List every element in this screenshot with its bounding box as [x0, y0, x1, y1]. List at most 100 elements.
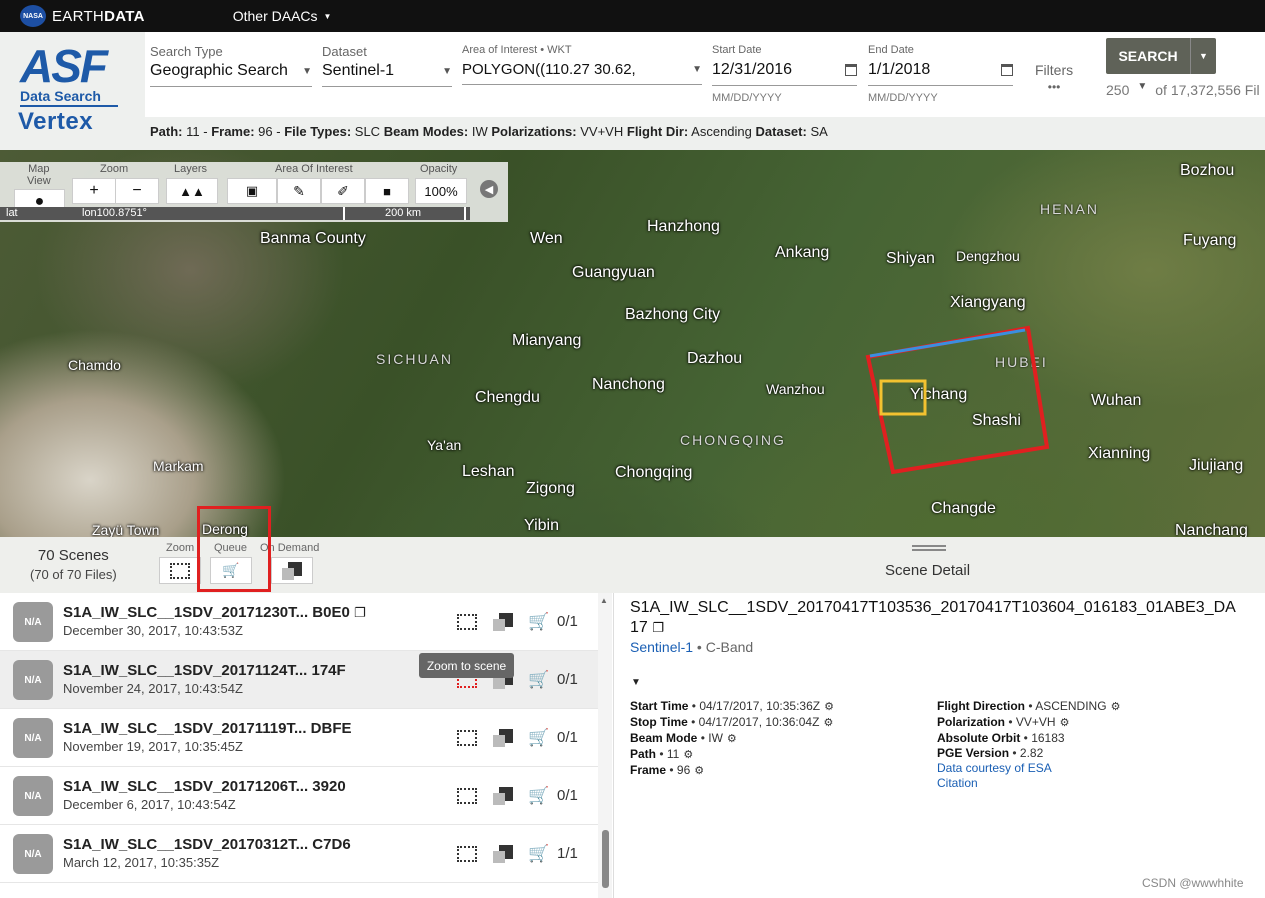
zoom-all-label: Zoom: [166, 542, 195, 554]
cart-icon[interactable]: 🛒: [527, 844, 551, 864]
zoom-to-scene-icon[interactable]: [455, 612, 479, 632]
nasa-logo[interactable]: NASA: [20, 5, 46, 27]
cart-icon[interactable]: 🛒: [527, 728, 551, 748]
frame-label: Frame:: [211, 124, 255, 139]
scene-name-text: S1A_IW_SLC__1SDV_20171230T... B0E0: [63, 604, 350, 621]
copy-icon[interactable]: ❐: [354, 605, 366, 620]
dataset-link[interactable]: Sentinel-1: [630, 639, 693, 655]
on-demand-icon[interactable]: [491, 728, 515, 748]
zoom-square-icon: [457, 846, 477, 862]
aoi-shape-icon[interactable]: ▣: [227, 178, 277, 204]
gear-icon[interactable]: ⚙: [824, 701, 834, 713]
search-summary: Path: 11 - Frame: 96 - File Types: SLC B…: [150, 124, 828, 139]
search-type-value: Geographic Search: [150, 62, 288, 79]
scene-detail-title: Scene Detail: [885, 562, 971, 579]
dropdown-arrow-icon[interactable]: ▼: [1137, 81, 1147, 92]
layers-mountain-icon[interactable]: ▲▲: [166, 178, 218, 204]
start-date-field[interactable]: Start Date 12/31/2016 MM/DD/YYYY: [712, 44, 857, 104]
copy-icon[interactable]: ❐: [652, 620, 664, 635]
calendar-icon[interactable]: [845, 64, 857, 76]
zoom-in-button[interactable]: +: [72, 178, 116, 204]
edit-aoi-icon[interactable]: ✐: [321, 178, 365, 204]
filters-button[interactable]: Filters •••: [1035, 62, 1073, 94]
beam-modes-value: IW: [471, 124, 488, 139]
zoom-to-scene-icon[interactable]: [455, 786, 479, 806]
scene-thumbnail[interactable]: N/A: [13, 602, 53, 642]
scene-row[interactable]: N/A S1A_IW_SLC__1SDV_20170312T... C7D6 M…: [0, 825, 598, 883]
frame-detail-value: • 96: [666, 763, 691, 777]
cart-icon[interactable]: 🛒: [527, 612, 551, 632]
selected-footprint-edge: [869, 328, 1026, 358]
earthdata-topbar: NASA EARTHDATA Other DAACs ▼: [0, 0, 1265, 32]
trash-icon[interactable]: ■: [365, 178, 409, 204]
lat-readout: lat: [6, 207, 18, 219]
draw-pencil-icon[interactable]: ✎: [277, 178, 321, 204]
scene-row[interactable]: N/A S1A_IW_SLC__1SDV_20171230T... B0E0 ❐…: [0, 593, 598, 651]
zoom-square-icon: [457, 788, 477, 804]
zoom-square-icon: [457, 614, 477, 630]
vertex-logo[interactable]: ASF Data Search Vertex: [0, 32, 145, 150]
dropdown-arrow-icon: ▼: [692, 64, 702, 75]
detail-scene-name-text: S1A_IW_SLC__1SDV_20170417T103536_2017041…: [630, 599, 1236, 636]
gear-icon[interactable]: ⚙: [694, 765, 704, 777]
max-results-value[interactable]: 250: [1106, 82, 1129, 98]
detail-left-column: Start Time • 04/17/2017, 10:35:36Z ⚙ Stop…: [630, 699, 834, 779]
esa-courtesy-link[interactable]: Data courtesy of ESA: [937, 761, 1120, 776]
scene-name: S1A_IW_SLC__1SDV_20171230T... B0E0 ❐: [63, 604, 366, 621]
scale-tick: [464, 207, 466, 220]
scroll-up-icon[interactable]: ▲: [600, 596, 608, 605]
calendar-icon[interactable]: [1001, 64, 1013, 76]
search-type-field[interactable]: Search Type Geographic Search ▼: [150, 44, 312, 87]
scenes-count-text: 70 Scenes: [37, 547, 109, 564]
other-daacs-menu[interactable]: Other DAACs ▼: [233, 8, 332, 24]
on-demand-shape-icon: [493, 787, 513, 805]
gear-icon[interactable]: ⚙: [823, 717, 833, 729]
earthdata-brand[interactable]: EARTHDATA: [52, 8, 145, 25]
more-dots-icon: •••: [1047, 80, 1061, 94]
end-date-field[interactable]: End Date 1/1/2018 MM/DD/YYYY: [868, 44, 1013, 104]
scene-name: S1A_IW_SLC__1SDV_20171206T... 3920: [63, 778, 346, 795]
gear-icon[interactable]: ⚙: [1111, 701, 1121, 713]
search-options-dropdown-icon[interactable]: ▼: [1190, 38, 1216, 74]
path-value: 11 -: [186, 124, 208, 139]
dataset-field[interactable]: Dataset Sentinel-1 ▼: [322, 44, 452, 87]
expand-toggle-icon[interactable]: ▼: [631, 677, 641, 688]
scene-row[interactable]: N/A S1A_IW_SLC__1SDV_20171119T... DBFE N…: [0, 709, 598, 767]
cart-icon[interactable]: 🛒: [527, 670, 551, 690]
gear-icon[interactable]: ⚙: [1060, 717, 1070, 729]
scene-row[interactable]: N/A S1A_IW_SLC__1SDV_20171206T... 3920 D…: [0, 767, 598, 825]
files-in-queue: 1/1: [557, 845, 578, 862]
opacity-value[interactable]: 100%: [415, 178, 467, 204]
on-demand-icon[interactable]: [491, 612, 515, 632]
search-button[interactable]: SEARCH ▼: [1106, 38, 1216, 74]
dropdown-arrow-icon: ▼: [302, 65, 312, 77]
resize-handle-icon[interactable]: [912, 545, 946, 551]
file-types-label: File Types:: [284, 124, 352, 139]
aoi-field[interactable]: Area of Interest • WKT POLYGON((110.27 3…: [462, 44, 702, 85]
zoom-to-scene-icon[interactable]: [455, 728, 479, 748]
cart-icon[interactable]: 🛒: [527, 786, 551, 806]
files-in-queue: 0/1: [557, 729, 578, 746]
scene-thumbnail[interactable]: N/A: [13, 718, 53, 758]
map-view-text: Map View: [27, 163, 51, 187]
scene-date: March 12, 2017, 10:35:35Z: [63, 855, 220, 870]
scene-thumbnail[interactable]: N/A: [13, 834, 53, 874]
on-demand-icon[interactable]: [491, 844, 515, 864]
gear-icon[interactable]: ⚙: [683, 749, 693, 761]
on-demand-icon[interactable]: [491, 786, 515, 806]
flight-dir-value: Ascending: [691, 124, 752, 139]
gear-icon[interactable]: ⚙: [727, 733, 737, 745]
on-demand-button[interactable]: [271, 557, 313, 584]
zoom-all-button[interactable]: [159, 557, 201, 584]
scene-thumbnail[interactable]: N/A: [13, 776, 53, 816]
collapse-toolbar-icon[interactable]: ◀: [480, 180, 498, 198]
citation-link[interactable]: Citation: [937, 776, 1120, 791]
scene-thumbnail[interactable]: N/A: [13, 660, 53, 700]
zoom-group-label: Zoom: [100, 163, 129, 175]
scene-date: December 6, 2017, 10:43:54Z: [63, 797, 236, 812]
zoom-to-scene-icon[interactable]: [455, 844, 479, 864]
band-text: • C-Band: [693, 639, 754, 655]
aoi-label: Area of Interest • WKT: [462, 44, 572, 56]
list-scroll-thumb[interactable]: [602, 830, 609, 888]
zoom-out-button[interactable]: −: [115, 178, 159, 204]
